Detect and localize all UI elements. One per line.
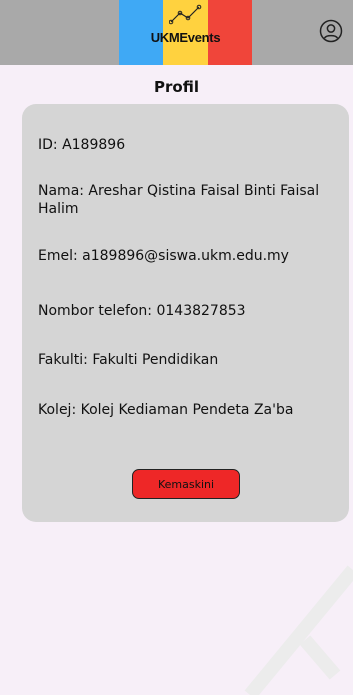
watermark-shape bbox=[244, 565, 353, 695]
